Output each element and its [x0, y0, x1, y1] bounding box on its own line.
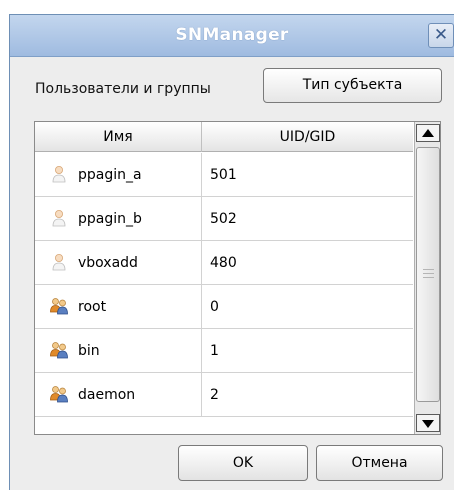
table-header: Имя UID/GID [35, 122, 413, 152]
snmanager-dialog: SNManager ✕ Пользователи и группы Тип су… [9, 14, 454, 490]
column-header-uid[interactable]: UID/GID [202, 122, 413, 152]
scroll-thumb[interactable] [416, 147, 440, 402]
grip-line [423, 269, 434, 270]
ok-button[interactable]: OK [178, 445, 308, 481]
title-bar[interactable]: SNManager ✕ [10, 15, 454, 57]
close-button[interactable]: ✕ [428, 23, 454, 48]
table-row[interactable]: bin 1 [35, 329, 413, 373]
table-row[interactable]: daemon 2 [35, 373, 413, 417]
name-cell: ppagin_a [35, 153, 202, 197]
column-header-name[interactable]: Имя [35, 122, 202, 152]
grip-line [423, 277, 434, 278]
subject-type-button[interactable]: Тип субъекта [263, 68, 442, 103]
name-cell: root [35, 285, 202, 329]
scroll-up-button[interactable] [416, 124, 440, 142]
uid-cell: 501 [210, 167, 237, 183]
name-cell: ppagin_b [35, 197, 202, 241]
name-cell: bin [35, 329, 202, 373]
users-table[interactable]: Имя UID/GID ppagin_a 501 ppagin_b 502 vb… [34, 121, 441, 435]
users-groups-label: Пользователи и группы [35, 81, 211, 97]
uid-cell: 2 [210, 387, 219, 403]
table-row[interactable]: vboxadd 480 [35, 241, 413, 285]
user-icon [52, 165, 66, 182]
user-icon [52, 209, 66, 226]
row-name: ppagin_b [78, 211, 142, 227]
group-icon [50, 341, 68, 358]
table-body: ppagin_a 501 ppagin_b 502 vboxadd 480 ro… [35, 153, 413, 417]
group-icon [50, 385, 68, 402]
row-name: bin [78, 343, 100, 359]
window-title: SNManager [175, 25, 289, 45]
row-name: root [78, 299, 107, 315]
uid-cell: 1 [210, 343, 219, 359]
cancel-button[interactable]: Отмена [316, 445, 443, 481]
arrow-up-icon [422, 129, 434, 137]
row-name: daemon [78, 387, 136, 403]
table-row[interactable]: ppagin_a 501 [35, 153, 413, 197]
close-icon: ✕ [433, 25, 449, 45]
grip-line [423, 273, 434, 274]
table-row[interactable]: root 0 [35, 285, 413, 329]
scroll-down-button[interactable] [416, 414, 440, 432]
uid-cell: 502 [210, 211, 237, 227]
vertical-scrollbar[interactable] [414, 122, 440, 434]
name-cell: daemon [35, 373, 202, 417]
group-icon [50, 297, 68, 314]
arrow-down-icon [422, 420, 434, 428]
row-name: ppagin_a [78, 167, 142, 183]
uid-cell: 480 [210, 255, 237, 271]
name-cell: vboxadd [35, 241, 202, 285]
uid-cell: 0 [210, 299, 219, 315]
table-row[interactable]: ppagin_b 502 [35, 197, 413, 241]
user-icon [52, 253, 66, 270]
row-name: vboxadd [78, 255, 138, 271]
